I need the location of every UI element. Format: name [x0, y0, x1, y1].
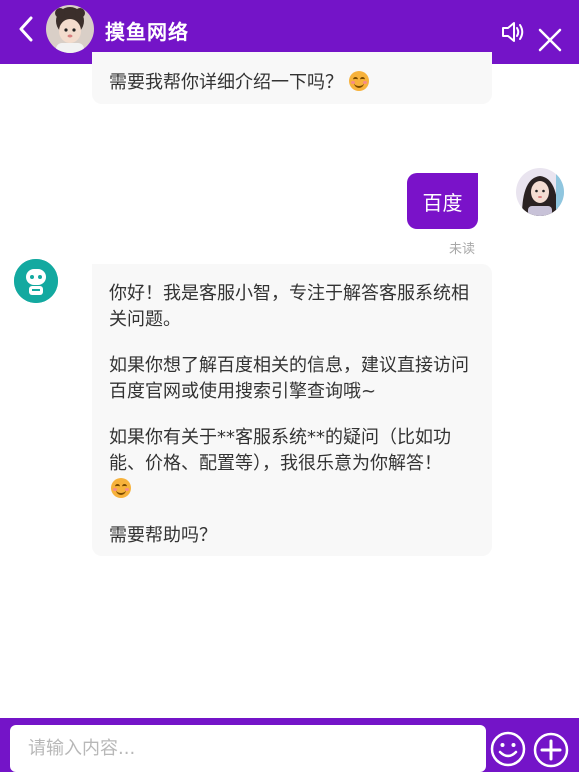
message-text: 你好！我是客服小智，专注于解答客服系统相关问题。 如果你想了解百度相关的信息，建… — [109, 281, 479, 549]
close-button[interactable] — [536, 26, 564, 54]
read-status: 未读 — [449, 242, 476, 257]
message-paragraph: 你好！我是客服小智，专注于解答客服系统相关问题。 — [109, 283, 469, 330]
close-icon — [538, 28, 562, 52]
plus-circle-icon — [533, 732, 569, 768]
message-paragraph: 如果你有关于**客服系统**的疑问（比如功能、价格、配置等），我很乐意为你解答！ — [109, 425, 479, 503]
bot-message-bubble: 需要我帮你详细介绍一下吗？ — [92, 52, 492, 104]
chat-title: 摸鱼网络 — [105, 20, 189, 44]
back-button[interactable] — [14, 14, 38, 44]
emoji-button[interactable] — [490, 731, 526, 767]
smiling-face-emoji-icon — [111, 478, 131, 498]
input-bar — [0, 718, 579, 772]
agent-avatar — [46, 5, 94, 53]
bot-message-bubble: 你好！我是客服小智，专注于解答客服系统相关问题。 如果你想了解百度相关的信息，建… — [92, 264, 492, 556]
user-avatar — [516, 168, 564, 216]
speaker-icon — [502, 22, 524, 42]
user-message-bubble: 百度 — [407, 173, 478, 229]
speaker-button[interactable] — [500, 18, 528, 46]
smiley-icon — [490, 731, 526, 767]
smiling-face-emoji-icon — [349, 71, 369, 91]
add-attachment-button[interactable] — [533, 732, 569, 768]
message-text: 百度 — [422, 190, 463, 215]
bot-avatar — [14, 259, 58, 303]
chat-window: 摸鱼网络 需要我帮你详细介绍一下吗？ 百度 未读 你好！我是客服小智，专注于解答… — [0, 0, 579, 772]
message-paragraph: 需要帮助吗？ — [109, 525, 217, 546]
chevron-left-icon — [19, 16, 33, 42]
message-text: 需要我帮你详细介绍一下吗？ — [109, 68, 369, 94]
message-input[interactable] — [10, 725, 486, 772]
message-paragraph: 如果你想了解百度相关的信息，建议直接访问百度官网或使用搜索引擎查询哦~ — [109, 355, 469, 402]
